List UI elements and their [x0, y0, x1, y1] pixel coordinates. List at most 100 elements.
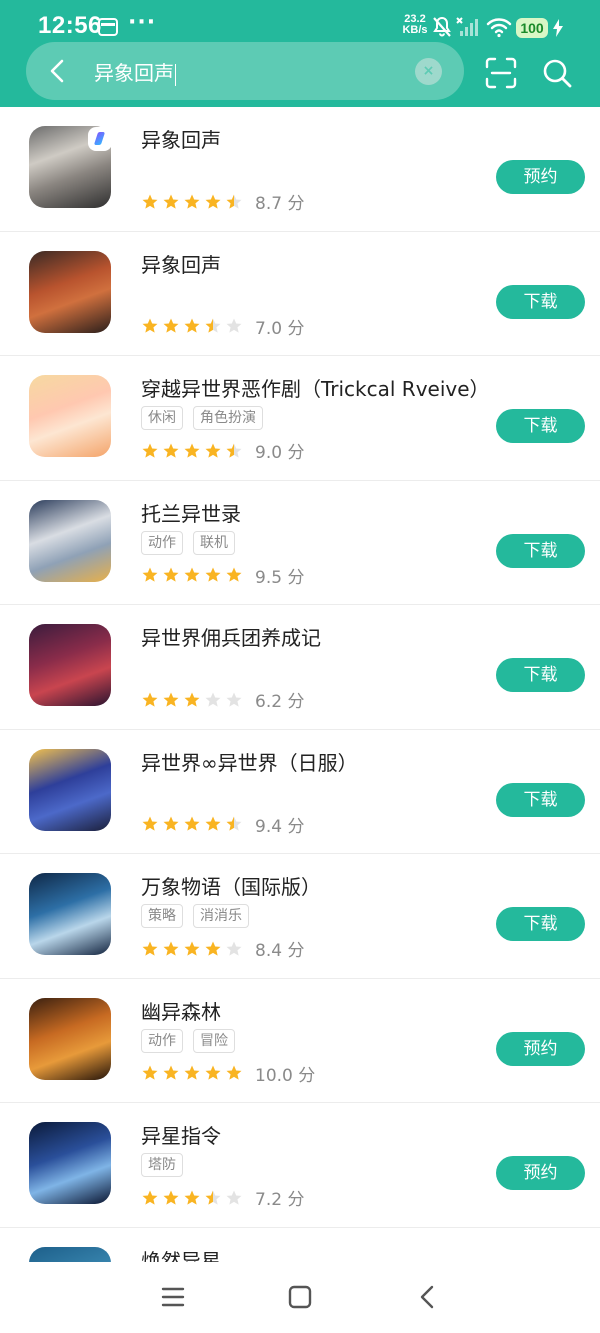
app-icon[interactable]	[29, 1122, 111, 1204]
text-cursor	[175, 63, 176, 86]
clear-search-button[interactable]: ×	[415, 58, 442, 85]
app-tag: 策略	[141, 904, 183, 928]
star-filled-icon	[184, 816, 200, 831]
star-rating	[141, 566, 243, 584]
back-icon[interactable]	[413, 1282, 443, 1312]
app-icon[interactable]	[29, 624, 111, 706]
download-button[interactable]: 下载	[496, 782, 585, 817]
star-empty-icon	[226, 941, 242, 956]
star-rating	[141, 940, 243, 958]
app-tag: 塔防	[141, 1153, 183, 1177]
battery-level: 100	[516, 18, 548, 38]
star-filled-icon	[142, 941, 158, 956]
app-score: 7.2 分	[255, 1190, 305, 1210]
app-rating: 8.4 分	[141, 936, 304, 961]
search-input[interactable]: 异象回声	[94, 57, 176, 86]
more-notifications-icon: ···	[128, 10, 157, 35]
app-score: 6.2 分	[255, 692, 305, 712]
star-filled-icon	[205, 1065, 221, 1080]
mute-bell-icon	[433, 16, 451, 37]
app-score: 9.4 分	[255, 816, 305, 837]
platform-badge-icon	[88, 127, 112, 151]
star-filled-icon	[184, 194, 200, 209]
app-list-item[interactable]: 托兰异世录 动作 联机 9.5 分 下载	[0, 481, 600, 605]
app-icon[interactable]	[29, 250, 111, 333]
star-empty-icon	[226, 1190, 242, 1205]
star-rating	[141, 815, 243, 833]
app-list-item[interactable]: 幽异森林动作 冒险 10.0 分 预约	[0, 979, 600, 1103]
app-title[interactable]: 幽异森林	[141, 996, 221, 1025]
reserve-button[interactable]: 预约	[496, 1156, 585, 1190]
app-title[interactable]: 穿越异世界恶作剧（Trickcal Rveive）	[141, 373, 490, 402]
app-list-item[interactable]: 异世界佣兵团养成记 6.2 分 下载	[0, 605, 600, 730]
star-filled-icon	[163, 941, 179, 956]
top-header: 12:56 ··· 23.2 KB/s 100 异象回声 ×	[0, 0, 600, 107]
star-filled-icon	[205, 816, 221, 831]
app-tags: 动作 冒险	[141, 1028, 235, 1053]
download-button[interactable]: 下载	[496, 533, 585, 568]
app-icon[interactable]	[29, 748, 111, 831]
star-rating	[141, 193, 243, 211]
search-icon[interactable]	[540, 56, 574, 90]
search-bar[interactable]: 异象回声 ×	[26, 42, 464, 100]
search-query-text: 异象回声	[94, 61, 174, 85]
app-tags: 动作 联机	[141, 530, 235, 555]
star-filled-icon	[142, 194, 158, 209]
app-tag: 动作	[141, 530, 183, 555]
app-icon[interactable]	[29, 997, 111, 1080]
download-button[interactable]: 下载	[496, 284, 585, 319]
star-half-icon	[226, 194, 242, 209]
app-title[interactable]: 异星指令	[141, 1120, 221, 1149]
app-title[interactable]: 异世界∞异世界（日服）	[141, 747, 358, 776]
star-filled-icon	[184, 1065, 200, 1080]
app-icon[interactable]	[29, 499, 111, 582]
app-title[interactable]: 异象回声	[141, 249, 221, 278]
app-icon[interactable]	[29, 873, 111, 955]
star-filled-icon	[142, 567, 158, 582]
notification-app-icon	[98, 18, 118, 36]
app-list-item[interactable]: 万象物语（国际版） 策略 消消乐 8.4 分 下载	[0, 854, 600, 979]
star-filled-icon	[163, 194, 179, 209]
network-speed-unit: KB/s	[402, 24, 428, 36]
app-title[interactable]: 异象回声	[141, 124, 221, 153]
star-filled-icon	[163, 816, 179, 831]
app-title[interactable]: 异世界佣兵团养成记	[141, 622, 321, 651]
star-filled-icon	[184, 567, 200, 582]
network-speed: 23.2 KB/s	[398, 14, 432, 36]
star-filled-icon	[205, 941, 221, 956]
system-navigation-bar	[0, 1262, 600, 1333]
star-rating	[141, 1064, 243, 1082]
app-tag: 消消乐	[193, 904, 249, 928]
app-list-item[interactable]: 异象回声 8.7 分 预约	[0, 107, 600, 232]
star-filled-icon	[184, 941, 200, 956]
home-icon[interactable]	[285, 1282, 315, 1312]
app-rating: 10.0 分	[141, 1061, 315, 1086]
app-list-item[interactable]: 异星指令塔防 7.2 分 预约	[0, 1103, 600, 1228]
app-title[interactable]: 托兰异世录	[141, 498, 241, 527]
app-title[interactable]: 万象物语（国际版）	[141, 871, 321, 900]
scan-icon[interactable]	[484, 56, 518, 90]
star-rating	[141, 442, 243, 460]
reserve-button[interactable]: 预约	[496, 160, 585, 194]
star-filled-icon	[163, 318, 179, 333]
download-button[interactable]: 下载	[496, 409, 585, 443]
star-filled-icon	[163, 1065, 179, 1080]
app-rating: 7.2 分	[141, 1185, 304, 1210]
app-rating: 7.0 分	[141, 314, 304, 339]
reserve-button[interactable]: 预约	[496, 1031, 585, 1066]
app-list-item[interactable]: 异象回声 7.0 分 下载	[0, 232, 600, 356]
app-rating: 6.2 分	[141, 687, 304, 712]
app-tags: 休闲 角色扮演	[141, 406, 263, 430]
back-arrow-icon[interactable]	[40, 52, 78, 90]
app-tag: 冒险	[193, 1028, 235, 1053]
menu-icon[interactable]	[158, 1282, 188, 1312]
download-button[interactable]: 下载	[496, 658, 585, 692]
app-list-item[interactable]: 穿越异世界恶作剧（Trickcal Rveive） 休闲 角色扮演 9.0 分 下载	[0, 356, 600, 481]
app-score: 9.0 分	[255, 443, 305, 463]
star-half-icon	[226, 443, 242, 458]
download-button[interactable]: 下载	[496, 907, 585, 941]
app-list-item[interactable]: 异世界∞异世界（日服） 9.4 分 下载	[0, 730, 600, 854]
app-tag: 角色扮演	[193, 406, 263, 430]
star-rating	[141, 1189, 243, 1207]
app-icon[interactable]	[29, 375, 111, 457]
